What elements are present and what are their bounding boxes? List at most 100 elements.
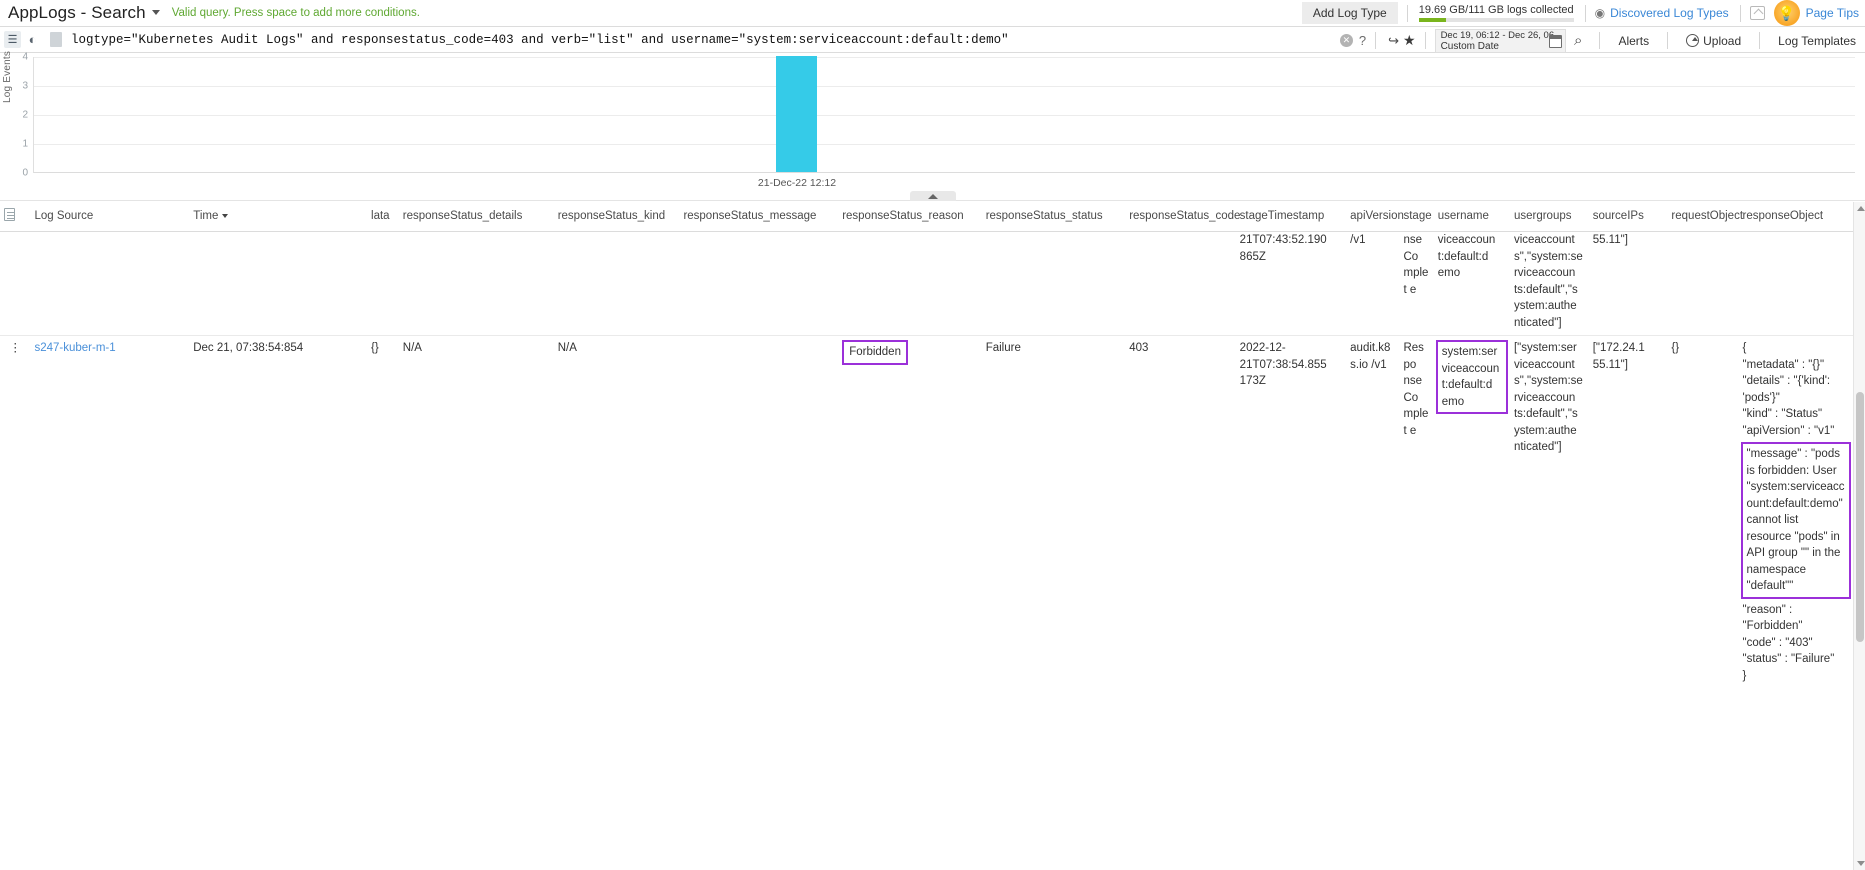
page-tips-label: Page Tips (1806, 6, 1859, 20)
column-header-sourceIPs[interactable]: sourceIPs (1589, 202, 1668, 232)
query-status-message: Valid query. Press space to add more con… (172, 7, 420, 19)
responseObject-prefix: { "metadata" : "{}" "details" : "{'kind'… (1743, 340, 1849, 439)
cell-responseStatus_details: N/A (399, 336, 554, 689)
column-header-lata[interactable]: lata (367, 202, 399, 232)
query-bar: ☰ ◐ logtype="Kubernetes Audit Logs" and … (0, 26, 1865, 53)
y-tick-3: 3 (22, 81, 28, 92)
cell-username: viceaccoun t:default:d emo (1434, 232, 1510, 336)
cell-sourceIPs: ["172.24.1 55.11"] (1589, 336, 1668, 689)
app-title-text: AppLogs - Search (8, 3, 146, 22)
column-header-usergroups[interactable]: usergroups (1510, 202, 1589, 232)
gridline (34, 115, 1855, 116)
log-events-histogram: Log Events 4 3 2 1 0 21-Dec-22 12:12 (0, 53, 1865, 201)
cell-requestObject (1667, 232, 1738, 336)
cell-responseObject (1739, 232, 1853, 336)
chart-plot-area (33, 57, 1855, 173)
column-header-responseStatus_status[interactable]: responseStatus_status (982, 202, 1126, 232)
chart-baseline (34, 172, 1855, 173)
column-header-responseObject[interactable]: responseObject (1739, 202, 1853, 232)
grid-columns-icon[interactable] (4, 208, 15, 221)
calendar-icon[interactable] (1549, 35, 1562, 48)
upload-icon (1686, 34, 1699, 47)
table-grid-toggle-header[interactable] (0, 202, 30, 232)
cell-requestObject: {} (1667, 336, 1738, 689)
app-title[interactable]: AppLogs - Search (0, 3, 160, 23)
search-icon[interactable]: ⌕ (1574, 32, 1582, 49)
chevron-down-icon[interactable] (152, 10, 160, 15)
list-view-icon[interactable]: ☰ (4, 31, 21, 48)
table-row[interactable]: 21T07:43:52.190 865Z /v1 nseCo mplet e v… (0, 232, 1853, 336)
upload-link[interactable]: Upload (1677, 34, 1750, 48)
gridline (34, 86, 1855, 87)
y-tick-2: 2 (22, 110, 28, 121)
y-tick-0: 0 (22, 168, 28, 179)
row-actions-kebab-icon[interactable]: ⋮ (0, 336, 30, 689)
cell-username: system:ser viceaccoun t:default:d emo (1434, 336, 1510, 689)
favorite-star-icon[interactable]: ★ (1403, 32, 1416, 49)
column-header-stageTimestamp[interactable]: stageTimestamp (1236, 202, 1346, 232)
log-source-link[interactable]: s247-kuber-m-1 (34, 342, 115, 354)
pie-chart-icon[interactable]: ◐ (24, 31, 41, 48)
cell-responseStatus_reason: Forbidden (838, 336, 982, 689)
scroll-up-arrow-icon[interactable] (1857, 206, 1865, 211)
share-icon[interactable]: ↪ (1388, 33, 1399, 49)
divider (1585, 5, 1586, 22)
scroll-down-arrow-icon[interactable] (1857, 861, 1865, 866)
cell-responseStatus_code (1125, 232, 1235, 336)
caret-up-icon (928, 194, 938, 199)
results-vertical-scrollbar[interactable] (1853, 202, 1865, 870)
clear-query-icon[interactable]: ✕ (1340, 34, 1353, 47)
cell-stage: Respo nseCo mplet e (1399, 336, 1433, 689)
cell-responseStatus_status (982, 232, 1126, 336)
column-header-responseStatus_message[interactable]: responseStatus_message (679, 202, 838, 232)
cell-apiVersion: audit.k8s.io /v1 (1346, 336, 1399, 689)
table-row[interactable]: ⋮ s247-kuber-m-1 Dec 21, 07:38:54:854 {}… (0, 336, 1853, 689)
column-header-log-source[interactable]: Log Source (30, 202, 189, 232)
row-kebab-cell (0, 232, 30, 336)
cell-responseObject: { "metadata" : "{}" "details" : "{'kind'… (1739, 336, 1853, 689)
log-templates-link[interactable]: Log Templates (1769, 34, 1865, 48)
column-header-time[interactable]: Time (189, 202, 367, 232)
cell-responseStatus_reason (838, 232, 982, 336)
highlighted-match-username: system:ser viceaccoun t:default:d emo (1436, 340, 1508, 414)
upload-label: Upload (1703, 34, 1741, 48)
sort-descending-icon[interactable] (222, 214, 228, 218)
query-bar-left-icons: ☰ ◐ (0, 31, 65, 48)
column-header-stage[interactable]: stage (1399, 202, 1433, 232)
cell-responseStatus_code: 403 (1125, 336, 1235, 689)
column-header-responseStatus_details[interactable]: responseStatus_details (399, 202, 554, 232)
scrollbar-thumb[interactable] (1856, 392, 1864, 642)
add-log-type-button[interactable]: Add Log Type (1302, 2, 1398, 24)
column-header-responseStatus_reason[interactable]: responseStatus_reason (838, 202, 982, 232)
divider (1425, 32, 1426, 49)
log-results-table-container: Log Source Time lata responseStatus_deta… (0, 202, 1865, 870)
gridline (34, 57, 1855, 58)
cell-stageTimestamp: 21T07:43:52.190 865Z (1236, 232, 1346, 336)
column-header-time-label: Time (193, 210, 218, 222)
cell-responseStatus_kind: N/A (554, 336, 680, 689)
column-header-requestObject[interactable]: requestObject (1667, 202, 1738, 232)
help-icon[interactable]: ? (1359, 33, 1366, 48)
divider (1759, 32, 1760, 49)
cell-sourceIPs: 55.11"] (1589, 232, 1668, 336)
discovered-log-types-link[interactable]: ◉ Discovered Log Types (1595, 6, 1731, 20)
column-header-responseStatus_code[interactable]: responseStatus_code (1125, 202, 1235, 232)
log-quota-indicator: 19.69 GB/111 GB logs collected (1417, 4, 1576, 22)
date-range-picker[interactable]: Dec 19, 06:12 - Dec 26, 06... Custom Dat… (1435, 29, 1566, 53)
cell-lata: {} (367, 336, 399, 689)
eye-icon: ◉ (1595, 6, 1605, 20)
highlighted-match-message: "message" : "pods is forbidden: User "sy… (1741, 442, 1851, 599)
chart-bar[interactable] (776, 56, 817, 172)
document-icon[interactable] (50, 32, 62, 47)
home-icon[interactable] (1750, 6, 1765, 20)
column-header-apiVersion[interactable]: apiVersion (1346, 202, 1399, 232)
cell-responseStatus_message (679, 232, 838, 336)
page-tips-link[interactable]: 💡 Page Tips (1774, 0, 1865, 26)
column-header-responseStatus_kind[interactable]: responseStatus_kind (554, 202, 680, 232)
collapse-chart-handle[interactable] (910, 191, 956, 201)
column-header-username[interactable]: username (1434, 202, 1510, 232)
alerts-link[interactable]: Alerts (1609, 34, 1658, 48)
cell-log-source: s247-kuber-m-1 (30, 336, 189, 689)
highlighted-match-reason: Forbidden (842, 340, 908, 365)
cell-usergroups: viceaccount s","system:se rviceaccoun ts… (1510, 232, 1589, 336)
